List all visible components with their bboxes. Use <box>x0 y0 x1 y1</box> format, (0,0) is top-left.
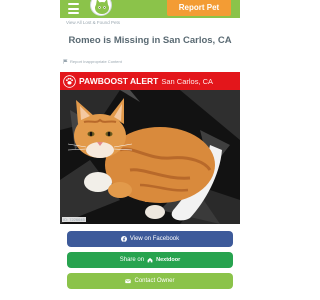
report-content-label: Report Inappropriate Content <box>70 59 122 64</box>
report-content-link[interactable]: Report Inappropriate Content <box>63 59 122 64</box>
breadcrumb-link[interactable]: View All Lost & Found Pets <box>66 20 120 25</box>
facebook-icon <box>120 236 127 242</box>
facebook-button-label: View on Facebook <box>129 236 180 242</box>
flag-icon <box>63 59 68 64</box>
share-on-nextdoor-button[interactable]: Share on Nextdoor <box>67 252 233 268</box>
paw-alert-icon <box>63 74 76 88</box>
report-pet-button[interactable]: Report Pet <box>167 0 231 16</box>
envelope-icon <box>125 279 132 284</box>
alert-location: San Carlos, CA <box>161 76 214 86</box>
nextdoor-icon <box>147 257 153 263</box>
hamburger-menu-icon[interactable] <box>68 3 79 14</box>
pawboost-logo[interactable] <box>90 0 112 16</box>
page-title: Romeo is Missing in San Carlos, CA <box>68 35 232 46</box>
photo-id-label: ID: 7226645 <box>62 217 86 222</box>
view-on-facebook-button[interactable]: View on Facebook <box>67 231 233 247</box>
cat-photo-image <box>60 90 240 224</box>
alert-title: PAWBOOST ALERT <box>79 76 159 86</box>
page-viewport: Report Pet View All Lost & Found Pets Ro… <box>60 0 240 300</box>
nextdoor-brand-label: Nextdoor <box>156 257 181 263</box>
nextdoor-prefix-label: Share on <box>119 257 145 263</box>
top-nav-bar: Report Pet <box>60 0 240 18</box>
pet-photo[interactable] <box>60 90 240 224</box>
alert-banner: PAWBOOST ALERT San Carlos, CA <box>60 72 240 90</box>
contact-owner-button[interactable]: Contact Owner <box>67 273 233 289</box>
contact-owner-label: Contact Owner <box>134 278 175 284</box>
